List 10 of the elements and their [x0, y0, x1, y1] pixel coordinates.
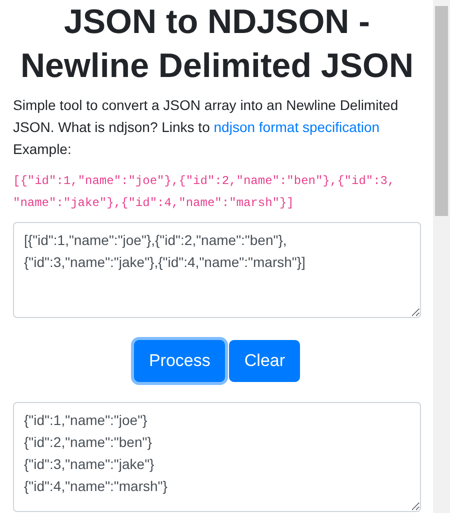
input-field[interactable]: [{"id":1,"name":"joe"},{"id":2,"name":"ben"},{"id":3,"name":"jake"},{"id":4,"name":"marsh"}]	[13, 222, 421, 318]
page-title: JSON to NDJSON - Newline Delimited JSON	[20, 2, 414, 87]
output-field[interactable]: {"id":1,"name":"joe"} {"id":2,"name":"ben"} {"id":3,"name":"jake"} {"id":4,"name":"marsh"}	[13, 402, 421, 512]
intro-text: Simple tool to convert a JSON array into an Newline Delimited JSON. What is ndjson? Links to ndjson format specification	[13, 96, 400, 137]
example-label: Example:	[13, 140, 72, 159]
example-code: [{"id":1,"name":"joe"},{"id":2,"name":"ben"},{"id":3,"name":"jake"},{"id":4,"name":"marsh"}]	[13, 173, 396, 212]
spec-link[interactable]: ndjson format specification	[214, 119, 380, 135]
process-button[interactable]: Process	[134, 340, 226, 382]
scrollbar[interactable]	[433, 0, 450, 513]
clear-button[interactable]: Clear	[229, 340, 300, 382]
